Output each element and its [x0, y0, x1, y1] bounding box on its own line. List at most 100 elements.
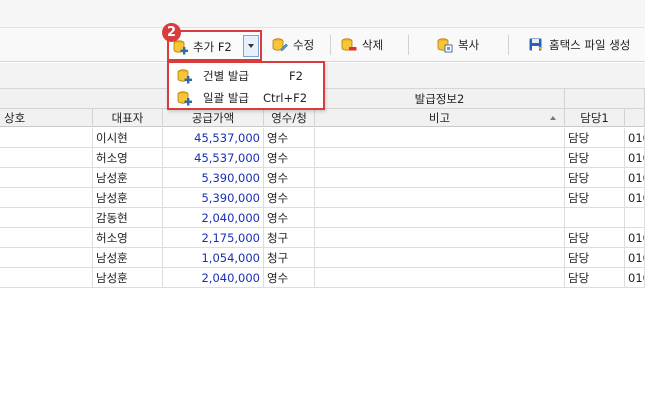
cell-company[interactable]	[0, 128, 93, 148]
cell-manager[interactable]: 담당	[565, 248, 625, 268]
cell-representative[interactable]: 허소영	[93, 228, 163, 248]
cell-representative[interactable]: 남성훈	[93, 268, 163, 288]
cell-note[interactable]	[315, 208, 565, 228]
cell-extra[interactable]	[625, 208, 645, 228]
menu-item-batch-issue[interactable]: 일괄 발급 Ctrl+F2	[175, 87, 321, 109]
cell-representative[interactable]: 남성훈	[93, 248, 163, 268]
edit-icon	[272, 37, 288, 53]
menu-item-shortcut: Ctrl+F2	[263, 91, 308, 105]
cell-manager[interactable]: 담당	[565, 188, 625, 208]
hometax-file-button[interactable]: 홈택스 파일 생성	[528, 33, 630, 57]
cell-note[interactable]	[315, 248, 565, 268]
add-database-icon	[177, 68, 193, 84]
cell-manager[interactable]: 담당	[565, 168, 625, 188]
cell-note[interactable]	[315, 168, 565, 188]
table-row[interactable]: 남성훈1,054,000청구 담당010	[0, 248, 645, 268]
group-header-issue-info-2: 발급정보2	[315, 89, 565, 109]
cell-representative[interactable]: 허소영	[93, 148, 163, 168]
table-row[interactable]: 남성훈5,390,000영수 담당010	[0, 188, 645, 208]
delete-icon	[341, 37, 357, 53]
cell-representative[interactable]: 감동현	[93, 208, 163, 228]
cell-company[interactable]	[0, 168, 93, 188]
table-row[interactable]: 허소영45,537,000영수 담당010	[0, 148, 645, 168]
group-header-blank	[565, 89, 645, 109]
edit-button[interactable]: 수정	[272, 33, 314, 57]
column-header-company[interactable]: 상호	[0, 109, 93, 127]
cell-representative[interactable]: 남성훈	[93, 188, 163, 208]
cell-note[interactable]	[315, 228, 565, 248]
cell-representative[interactable]: 남성훈	[93, 168, 163, 188]
menu-item-single-issue[interactable]: 건별 발급 F2	[175, 65, 321, 87]
copy-icon	[437, 37, 453, 53]
copy-button[interactable]: 복사	[437, 33, 479, 57]
cell-extra[interactable]: 010	[625, 168, 645, 188]
cell-receipt-type[interactable]: 청구	[264, 248, 315, 268]
cell-extra[interactable]: 010	[625, 268, 645, 288]
toolbar: 수정 삭제 복사 홈택스 파일 생성	[0, 28, 645, 62]
cell-company[interactable]	[0, 228, 93, 248]
sort-ascending-icon	[550, 116, 556, 120]
cell-manager[interactable]	[565, 208, 625, 228]
column-header-manager[interactable]: 담당1	[565, 109, 625, 127]
column-header-receipt-type[interactable]: 영수/청	[264, 109, 315, 127]
cell-receipt-type[interactable]: 영수	[264, 208, 315, 228]
cell-supply-amount[interactable]: 2,175,000	[163, 228, 264, 248]
cell-note[interactable]	[315, 188, 565, 208]
delete-button[interactable]: 삭제	[341, 33, 383, 57]
cell-manager[interactable]: 담당	[565, 148, 625, 168]
save-file-icon	[528, 37, 544, 53]
cell-company[interactable]	[0, 248, 93, 268]
cell-note[interactable]	[315, 148, 565, 168]
cell-note[interactable]	[315, 268, 565, 288]
menu-item-shortcut: F2	[289, 69, 303, 83]
cell-extra[interactable]: 010	[625, 148, 645, 168]
cell-company[interactable]	[0, 268, 93, 288]
cell-receipt-type[interactable]: 영수	[264, 148, 315, 168]
cell-manager[interactable]: 담당	[565, 128, 625, 148]
cell-supply-amount[interactable]: 5,390,000	[163, 188, 264, 208]
menu-item-label: 일괄 발급	[203, 91, 249, 105]
cell-representative[interactable]: 이시현	[93, 128, 163, 148]
table-row[interactable]: 남성훈2,040,000영수 담당010	[0, 268, 645, 288]
column-header-note[interactable]: 비고	[315, 109, 565, 127]
toolbar-separator	[408, 35, 409, 55]
toolbar-separator	[330, 35, 331, 55]
table-row[interactable]: 남성훈5,390,000영수 담당010	[0, 168, 645, 188]
cell-extra[interactable]: 010	[625, 188, 645, 208]
add-database-icon	[173, 39, 189, 55]
table-row[interactable]: 감동현 2,040,000 영수	[0, 208, 645, 228]
cell-receipt-type[interactable]: 영수	[264, 168, 315, 188]
delete-label: 삭제	[362, 38, 384, 52]
column-header-supply-amount[interactable]: 공급가액	[163, 109, 264, 127]
cell-company[interactable]	[0, 148, 93, 168]
cell-extra[interactable]: 010	[625, 248, 645, 268]
cell-receipt-type[interactable]: 청구	[264, 228, 315, 248]
step-badge: 2	[162, 23, 181, 42]
cell-supply-amount[interactable]: 45,537,000	[163, 148, 264, 168]
cell-receipt-type[interactable]: 영수	[264, 128, 315, 148]
column-header-extra[interactable]	[625, 109, 645, 127]
cell-company[interactable]	[0, 208, 93, 228]
cell-company[interactable]	[0, 188, 93, 208]
toolbar-separator	[508, 35, 509, 55]
cell-supply-amount[interactable]: 45,537,000	[163, 128, 264, 148]
cell-supply-amount[interactable]: 5,390,000	[163, 168, 264, 188]
table-row[interactable]: 이시현45,537,000영수 담당010	[0, 128, 645, 148]
cell-supply-amount[interactable]: 2,040,000	[163, 268, 264, 288]
add-button[interactable]: 추가 F2	[173, 36, 232, 58]
table-row[interactable]: 허소영2,175,000청구 담당010	[0, 228, 645, 248]
copy-label: 복사	[458, 38, 480, 52]
cell-supply-amount[interactable]: 1,054,000	[163, 248, 264, 268]
column-header-representative[interactable]: 대표자	[93, 109, 163, 127]
cell-note[interactable]	[315, 128, 565, 148]
window-top-strip	[0, 0, 645, 28]
cell-extra[interactable]: 010	[625, 228, 645, 248]
cell-extra[interactable]: 010	[625, 128, 645, 148]
cell-manager[interactable]: 담당	[565, 228, 625, 248]
cell-receipt-type[interactable]: 영수	[264, 268, 315, 288]
cell-receipt-type[interactable]: 영수	[264, 188, 315, 208]
add-dropdown-menu: 건별 발급 F2 일괄 발급 Ctrl+F2	[167, 61, 325, 110]
cell-manager[interactable]: 담당	[565, 268, 625, 288]
cell-supply-amount[interactable]: 2,040,000	[163, 208, 264, 228]
add-dropdown-toggle[interactable]	[243, 35, 259, 57]
